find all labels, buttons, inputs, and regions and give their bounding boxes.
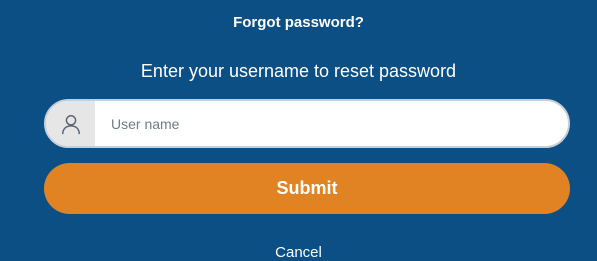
instruction-text: Enter your username to reset password	[140, 61, 457, 81]
cancel-link[interactable]: Cancel	[0, 244, 597, 261]
forgot-password-panel: Forgot password? Enter your username to …	[0, 0, 597, 261]
page-title: Forgot password?	[233, 14, 364, 31]
username-field-group	[44, 99, 570, 148]
submit-button[interactable]: Submit	[44, 163, 570, 214]
user-icon	[46, 101, 95, 146]
username-input[interactable]	[95, 101, 568, 146]
